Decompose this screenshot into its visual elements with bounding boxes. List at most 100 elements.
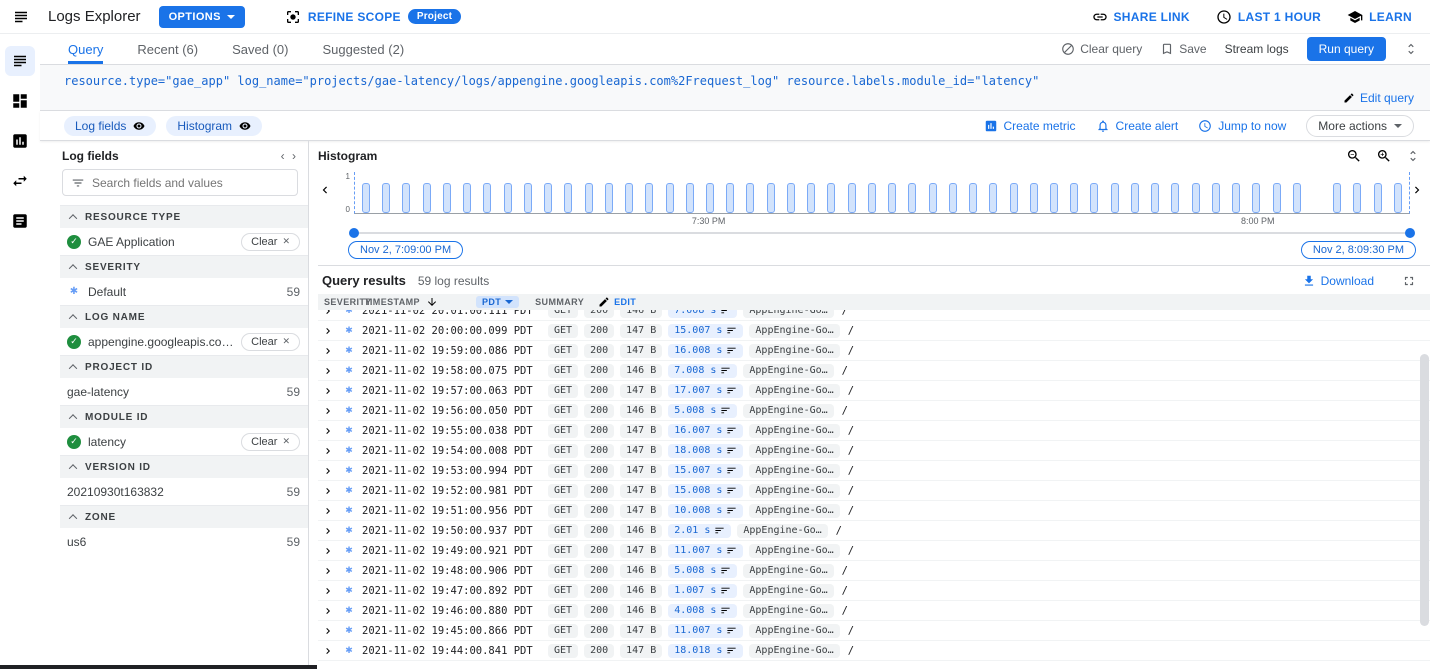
latency-chip[interactable]: 17.007 s <box>668 384 743 398</box>
log-row[interactable]: ✱ 2021-11-02 20:01:00.111 PDT GET 200 14… <box>318 310 1430 321</box>
latency-chip[interactable]: 16.007 s <box>668 424 743 438</box>
log-row[interactable]: ✱ 2021-11-02 19:57:00.063 PDT GET 200 14… <box>318 381 1430 401</box>
method-chip[interactable]: GET <box>548 644 578 658</box>
user-agent-chip[interactable]: AppEngine-Go… <box>749 384 839 398</box>
create-alert-button[interactable]: Create alert <box>1096 119 1179 133</box>
user-agent-chip[interactable]: AppEngine-Go… <box>749 324 839 338</box>
column-severity[interactable]: SEVERITY <box>324 297 364 307</box>
expand-row-icon[interactable] <box>322 565 336 577</box>
user-agent-chip[interactable]: AppEngine-Go… <box>749 444 839 458</box>
log-row[interactable]: ✱ 2021-11-02 19:48:00.906 PDT GET 200 14… <box>318 561 1430 581</box>
field-row-zone[interactable]: us6 59 <box>60 528 308 555</box>
clear-log-name-button[interactable]: Clear ✕ <box>241 333 300 351</box>
size-chip[interactable]: 147 B <box>620 344 662 358</box>
log-row[interactable]: ✱ 2021-11-02 19:44:00.841 PDT GET 200 14… <box>318 641 1430 661</box>
tab-query[interactable]: Query <box>68 34 103 64</box>
size-chip[interactable]: 147 B <box>620 504 662 518</box>
slider-end-handle[interactable] <box>1405 228 1415 238</box>
collapse-histogram-icon[interactable] <box>1406 149 1420 163</box>
size-chip[interactable]: 147 B <box>620 424 662 438</box>
expand-row-icon[interactable] <box>322 585 336 597</box>
histogram-plot[interactable] <box>354 172 1410 214</box>
status-chip[interactable]: 200 <box>584 504 614 518</box>
method-chip[interactable]: GET <box>548 504 578 518</box>
size-chip[interactable]: 147 B <box>620 484 662 498</box>
expand-row-icon[interactable] <box>322 405 336 417</box>
latency-chip[interactable]: 4.008 s <box>668 604 737 618</box>
method-chip[interactable]: GET <box>548 484 578 498</box>
latency-chip[interactable]: 18.008 s <box>668 444 743 458</box>
size-chip[interactable]: 146 B <box>620 404 662 418</box>
log-row[interactable]: ✱ 2021-11-02 19:52:00.981 PDT GET 200 14… <box>318 481 1430 501</box>
status-chip[interactable]: 200 <box>584 584 614 598</box>
refine-scope-button[interactable]: REFINE SCOPE Project <box>285 9 461 25</box>
latency-chip[interactable]: 15.008 s <box>668 484 743 498</box>
column-timestamp[interactable]: TIMESTAMP <box>364 296 448 308</box>
log-row[interactable]: ✱ 2021-11-02 19:58:00.075 PDT GET 200 14… <box>318 361 1430 381</box>
status-chip[interactable]: 200 <box>584 364 614 378</box>
log-row[interactable]: ✱ 2021-11-02 19:56:00.050 PDT GET 200 14… <box>318 401 1430 421</box>
user-agent-chip[interactable]: AppEngine-Go… <box>743 604 833 618</box>
histogram-toggle-chip[interactable]: Histogram <box>166 116 262 136</box>
method-chip[interactable]: GET <box>548 524 578 538</box>
method-chip[interactable]: GET <box>548 544 578 558</box>
method-chip[interactable]: GET <box>548 364 578 378</box>
latency-chip[interactable]: 11.007 s <box>668 544 743 558</box>
latency-chip[interactable]: 18.018 s <box>668 644 743 658</box>
status-chip[interactable]: 200 <box>584 310 614 318</box>
size-chip[interactable]: 146 B <box>620 564 662 578</box>
expand-row-icon[interactable] <box>322 445 336 457</box>
slider-start-handle[interactable] <box>349 228 359 238</box>
latency-chip[interactable]: 5.008 s <box>668 404 737 418</box>
rail-item-dashboard[interactable] <box>5 86 35 116</box>
size-chip[interactable]: 147 B <box>620 444 662 458</box>
method-chip[interactable]: GET <box>548 424 578 438</box>
time-range-button[interactable]: LAST 1 HOUR <box>1216 9 1321 25</box>
query-text[interactable]: resource.type="gae_app" log_name="projec… <box>64 74 1270 88</box>
status-chip[interactable]: 200 <box>584 404 614 418</box>
expand-row-icon[interactable] <box>322 385 336 397</box>
run-query-button[interactable]: Run query <box>1307 37 1386 61</box>
rail-item-logs-explorer[interactable] <box>5 46 35 76</box>
stream-logs-button[interactable]: Stream logs <box>1225 42 1289 56</box>
size-chip[interactable]: 146 B <box>620 584 662 598</box>
size-chip[interactable]: 147 B <box>620 644 662 658</box>
histogram-scroll-right[interactable] <box>1410 166 1424 214</box>
user-agent-chip[interactable]: AppEngine-Go… <box>743 364 833 378</box>
size-chip[interactable]: 147 B <box>620 384 662 398</box>
user-agent-chip[interactable]: AppEngine-Go… <box>749 344 839 358</box>
learn-button[interactable]: LEARN <box>1347 9 1412 25</box>
status-chip[interactable]: 200 <box>584 484 614 498</box>
collapse-query-icon[interactable] <box>1404 42 1418 56</box>
time-range-slider[interactable] <box>354 227 1410 240</box>
expand-row-icon[interactable] <box>322 625 336 637</box>
rail-item-storage[interactable] <box>5 206 35 236</box>
tab-suggested[interactable]: Suggested (2) <box>322 34 404 64</box>
field-row-module-id[interactable]: ✓ latency Clear ✕ <box>60 428 308 455</box>
log-row[interactable]: ✱ 2021-11-02 19:46:00.880 PDT GET 200 14… <box>318 601 1430 621</box>
sort-descending-icon[interactable] <box>426 296 438 308</box>
status-chip[interactable]: 200 <box>584 644 614 658</box>
section-header-version-id[interactable]: VERSION ID <box>60 455 308 478</box>
method-chip[interactable]: GET <box>548 384 578 398</box>
method-chip[interactable]: GET <box>548 404 578 418</box>
log-row[interactable]: ✱ 2021-11-02 19:45:00.866 PDT GET 200 14… <box>318 621 1430 641</box>
status-chip[interactable]: 200 <box>584 524 614 538</box>
user-agent-chip[interactable]: AppEngine-Go… <box>743 404 833 418</box>
share-link-button[interactable]: SHARE LINK <box>1092 9 1190 25</box>
log-row[interactable]: ✱ 2021-11-02 20:00:00.099 PDT GET 200 14… <box>318 321 1430 341</box>
save-button[interactable]: Save <box>1160 42 1206 56</box>
expand-row-icon[interactable] <box>322 365 336 377</box>
clear-resource-type-button[interactable]: Clear ✕ <box>241 233 300 251</box>
latency-chip[interactable]: 1.007 s <box>668 584 737 598</box>
method-chip[interactable]: GET <box>548 624 578 638</box>
query-editor[interactable]: resource.type="gae_app" log_name="projec… <box>40 65 1430 111</box>
latency-chip[interactable]: 2.01 s <box>668 524 731 538</box>
expand-row-icon[interactable] <box>322 545 336 557</box>
latency-chip[interactable]: 15.007 s <box>668 324 743 338</box>
download-button[interactable]: Download <box>1302 274 1374 288</box>
size-chip[interactable]: 146 B <box>620 310 662 318</box>
search-fields-input[interactable] <box>92 176 289 190</box>
size-chip[interactable]: 146 B <box>620 524 662 538</box>
fullscreen-icon[interactable] <box>1402 274 1416 288</box>
